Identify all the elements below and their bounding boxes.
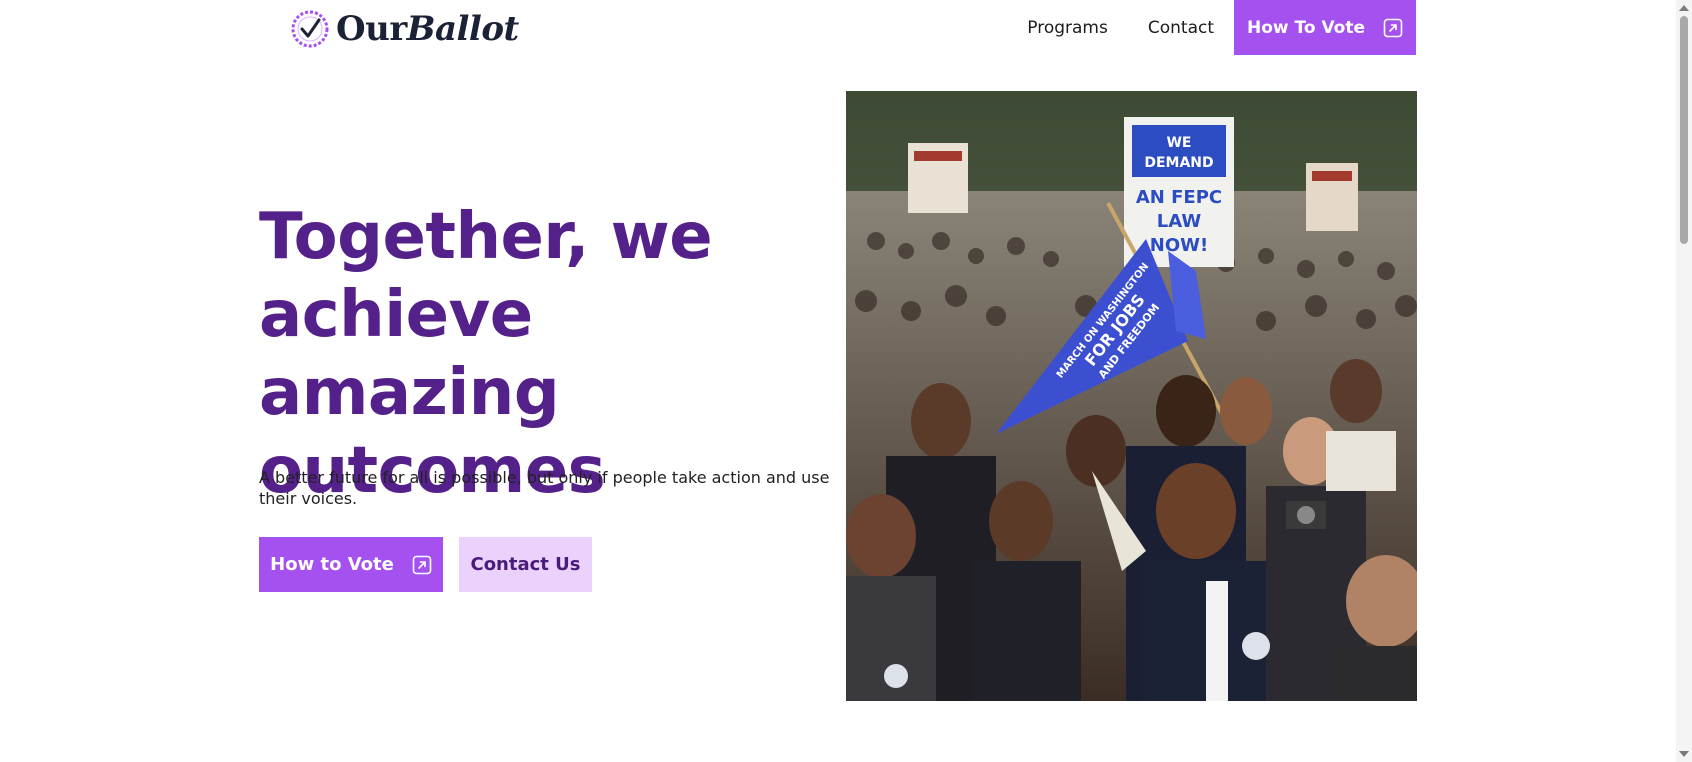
how-to-vote-button-label: How to Vote: [270, 554, 394, 575]
logo-text-italic: Ballot: [406, 9, 519, 49]
how-to-vote-nav-label: How To Vote: [1246, 17, 1366, 38]
svg-text:NOW!: NOW!: [1150, 235, 1208, 256]
page-scrollbar[interactable]: [1676, 0, 1692, 762]
how-to-vote-button[interactable]: How to Vote: [259, 537, 443, 592]
external-link-icon: [1383, 18, 1403, 37]
svg-text:WE: WE: [1166, 135, 1191, 151]
march-crowd-photo: WE DEMAND AN FEPC LAW NOW! MARCH ON WASH…: [846, 91, 1417, 701]
scroll-up-arrow-icon[interactable]: [1679, 5, 1689, 11]
how-to-vote-nav-button[interactable]: How To Vote: [1234, 0, 1416, 55]
external-link-icon: [412, 555, 432, 574]
logo-text-regular: Our: [336, 9, 407, 49]
nav-link-contact[interactable]: Contact: [1148, 18, 1214, 38]
scroll-thumb[interactable]: [1680, 16, 1688, 244]
scroll-down-arrow-icon[interactable]: [1679, 751, 1689, 757]
check-badge-icon: [291, 10, 329, 48]
hero-photo: WE DEMAND AN FEPC LAW NOW! MARCH ON WASH…: [846, 91, 1417, 701]
nav-link-programs[interactable]: Programs: [1027, 18, 1108, 38]
svg-text:LAW: LAW: [1157, 211, 1202, 232]
svg-text:AN FEPC: AN FEPC: [1136, 187, 1222, 208]
hero-subtitle: A better future for all is possible, but…: [259, 468, 830, 508]
svg-text:DEMAND: DEMAND: [1144, 155, 1213, 171]
main-nav: Programs Contact How To Vote: [1027, 0, 1416, 55]
protest-sign: WE DEMAND AN FEPC LAW NOW!: [1124, 117, 1234, 267]
hero-title: Together, we achieve amazing outcomes: [259, 198, 839, 510]
hero-button-row: How to Vote Contact Us: [259, 537, 592, 592]
logo-link[interactable]: OurBallot: [290, 8, 519, 50]
hero-title-line: achieve amazing: [259, 278, 560, 430]
page: OurBallot Programs Contact How To Vote T…: [0, 0, 1692, 762]
logo-text: OurBallot: [336, 9, 519, 49]
contact-us-button[interactable]: Contact Us: [459, 537, 592, 592]
hero-title-line: Together, we: [259, 200, 713, 274]
